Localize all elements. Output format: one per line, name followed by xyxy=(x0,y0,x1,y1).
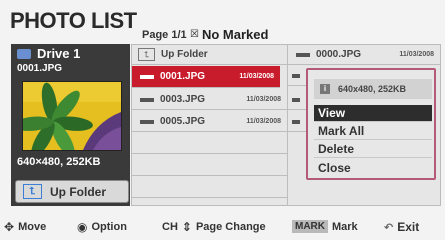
file-name: 0001.JPG xyxy=(160,71,206,82)
file-date: 11/03/2008 xyxy=(246,96,281,103)
up-folder-icon: ⮤ xyxy=(138,48,155,61)
help-option: ◉ Option xyxy=(77,220,127,234)
empty-row xyxy=(132,134,287,154)
preview-resolution: 640×480, 252KB xyxy=(17,156,101,168)
help-mark: MARK Mark xyxy=(292,220,358,233)
help-option-label: Option xyxy=(91,221,127,233)
file-item[interactable]: 0003.JPG 11/03/2008 xyxy=(132,90,287,110)
file-icon xyxy=(292,119,300,124)
marked-status: ☒ No Marked xyxy=(190,27,268,42)
help-exit: ↶ Exit xyxy=(384,220,419,234)
checkbox-icon: ☒ xyxy=(190,29,199,40)
page-indicator: Page 1/1 xyxy=(142,29,187,41)
file-name: 0003.JPG xyxy=(160,94,206,105)
menu-item-delete[interactable]: Delete xyxy=(314,141,432,158)
file-date: 11/03/2008 xyxy=(239,73,274,80)
help-mark-label: Mark xyxy=(332,220,358,233)
up-folder-label: Up Folder xyxy=(50,184,106,199)
popup-info: i 640x480, 252KB xyxy=(314,79,432,99)
file-item[interactable]: 0000.JPG 11/03/2008 xyxy=(288,45,440,65)
exit-icon: ↶ xyxy=(384,221,394,234)
help-move-label: Move xyxy=(18,221,47,233)
help-move: ✥ Move xyxy=(4,220,46,234)
file-item[interactable]: 0005.JPG 11/03/2008 xyxy=(132,112,287,132)
photo-thumbnail xyxy=(22,81,122,151)
file-item-partial[interactable] xyxy=(288,66,306,86)
menu-item-view[interactable]: View xyxy=(314,105,432,122)
page-title: PHOTO LIST xyxy=(10,8,137,33)
file-name: 0000.JPG xyxy=(316,49,362,60)
marked-label: No Marked xyxy=(201,27,269,42)
file-date: 11/03/2008 xyxy=(399,51,434,58)
file-item-partial[interactable] xyxy=(288,112,306,132)
ch-label: CH xyxy=(162,221,178,233)
empty-row xyxy=(132,156,287,176)
up-down-icon: ⇕ xyxy=(181,220,192,234)
menu-item-mark-all[interactable]: Mark All xyxy=(314,123,432,140)
help-page-change: CH ⇕ Page Change xyxy=(162,220,266,234)
ok-button-icon: ◉ xyxy=(77,220,88,234)
help-page-change-label: Page Change xyxy=(195,221,266,233)
file-icon xyxy=(140,97,154,102)
menu-item-close[interactable]: Close xyxy=(314,159,432,176)
file-icon xyxy=(140,119,154,124)
drive-icon xyxy=(17,48,31,59)
option-popup: i 640x480, 252KB View Mark All Delete Cl… xyxy=(306,68,436,180)
empty-row xyxy=(132,178,287,198)
file-item-partial[interactable] xyxy=(288,90,306,110)
help-exit-label: Exit xyxy=(397,220,420,234)
file-icon xyxy=(296,52,310,57)
mark-key-badge: MARK xyxy=(292,220,328,233)
file-icon xyxy=(292,73,300,78)
dpad-icon: ✥ xyxy=(4,220,15,234)
up-folder-item[interactable]: ⮤ Up Folder xyxy=(132,45,287,65)
popup-info-text: 640x480, 252KB xyxy=(338,84,407,94)
info-icon: i xyxy=(320,84,330,94)
drive-label: Drive 1 xyxy=(37,46,81,61)
up-folder-item-label: Up Folder xyxy=(161,49,208,60)
file-name: 0005.JPG xyxy=(160,116,206,127)
file-date: 11/03/2008 xyxy=(246,118,281,125)
up-folder-button[interactable]: ⮤ Up Folder xyxy=(15,180,129,203)
preview-filename: 0001.JPG xyxy=(17,63,63,74)
file-icon xyxy=(292,97,300,102)
file-item[interactable]: 0001.JPG 11/03/2008 xyxy=(132,66,280,88)
drive-row: Drive 1 xyxy=(11,44,130,63)
file-icon xyxy=(140,74,154,79)
help-bar: ✥ Move ◉ Option CH ⇕ Page Change MARK Ma… xyxy=(0,216,445,238)
up-folder-icon: ⮤ xyxy=(23,184,42,199)
